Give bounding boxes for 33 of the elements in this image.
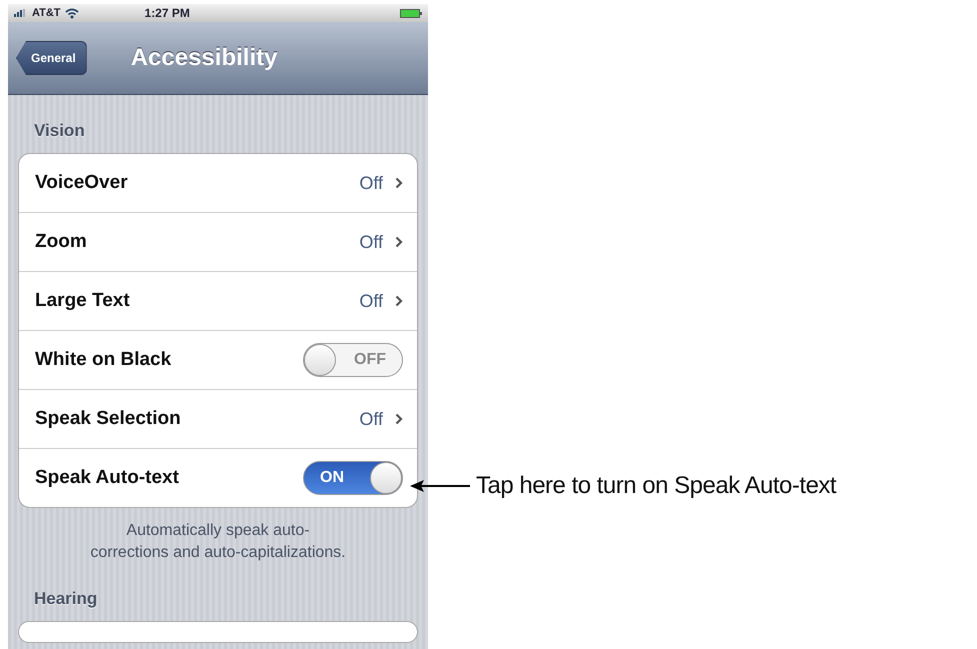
row-label: Speak Selection <box>35 408 182 430</box>
row-value: Off <box>359 172 383 194</box>
section-header: Hearing <box>33 588 98 610</box>
pointer-arrow <box>410 479 470 493</box>
settings-row[interactable]: Speak Selection Off <box>19 390 417 449</box>
row-value: Off <box>359 232 383 252</box>
settings-row[interactable]: Speak Auto-text ON <box>19 449 417 507</box>
nav-title: Accessibility <box>130 44 278 72</box>
row-label: Zoom <box>35 231 88 253</box>
row-value: Off <box>359 290 383 312</box>
row-label: Speak Auto-text <box>35 467 180 489</box>
wifi-icon <box>64 8 79 18</box>
signal-icon <box>14 9 28 17</box>
row-label: White on Black <box>35 349 172 371</box>
section-header: Vision <box>33 120 86 142</box>
settings-row[interactable]: White on Black OFF <box>19 331 417 390</box>
row-label: Large Text <box>35 290 131 312</box>
status-time: 1:27 PM <box>144 6 190 20</box>
row-value: Off <box>359 408 383 430</box>
section-footer: Automatically speak auto-corrections and auto-capitalizations. <box>18 508 418 564</box>
chevron-icon <box>395 236 403 248</box>
carrier-name: AT&T <box>32 7 61 19</box>
chevron-icon <box>395 295 403 307</box>
settings-row[interactable]: Zoom Off <box>19 213 417 272</box>
battery-icon <box>400 8 422 18</box>
back-button[interactable]: General <box>16 41 87 75</box>
toggle-switch[interactable]: ON <box>303 461 403 495</box>
callout-text: Tap here to turn on Speak Auto-text <box>476 472 836 500</box>
row-label: VoiceOver <box>35 172 129 194</box>
chevron-icon <box>395 177 403 189</box>
settings-row[interactable]: Large Text Off <box>19 272 417 331</box>
settings-row[interactable]: VoiceOver Off <box>19 154 417 213</box>
chevron-icon <box>395 413 403 425</box>
